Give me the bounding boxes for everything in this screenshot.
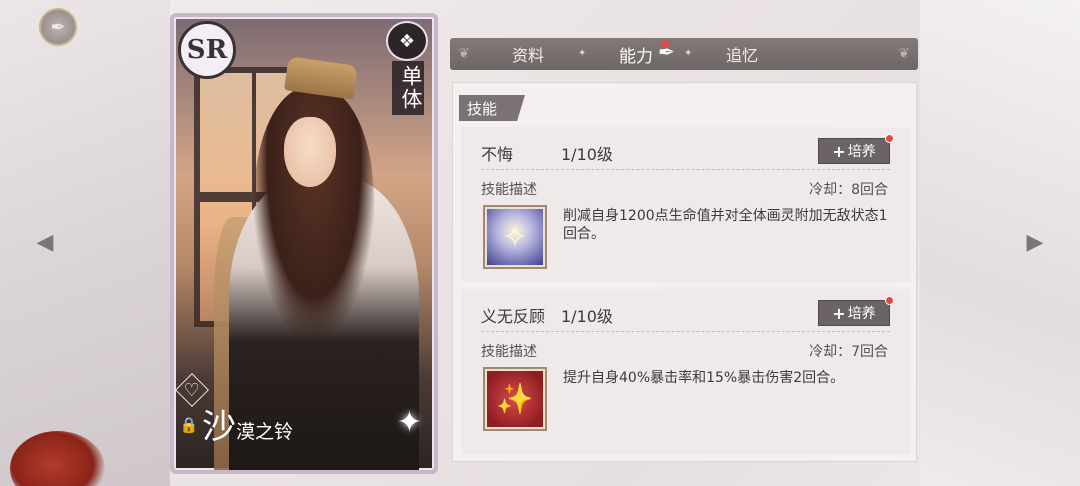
section-title-label: 技能 <box>467 99 498 118</box>
skill-icon-frame[interactable]: ✧ <box>483 205 547 269</box>
tab-bar-corner-left-icon: ❦ <box>458 46 470 62</box>
target-type-label: 单体 <box>392 61 424 115</box>
tab-separator-icon: ✦ <box>684 48 693 59</box>
tab-ability[interactable]: 能力 <box>616 38 656 70</box>
tab-profile-label: 资料 <box>511 46 544 65</box>
plus-icon: + <box>832 141 846 161</box>
character-name: 沙漠之铃 <box>202 399 293 448</box>
section-title: 技能 <box>459 95 525 121</box>
notification-dot <box>885 134 894 143</box>
tab-separator-icon: ✦ <box>578 48 587 59</box>
skill-icon-frame[interactable]: ✨ <box>483 367 547 431</box>
next-character-button[interactable]: ▶ <box>1018 225 1052 259</box>
skill-desc-label: 技能描述 <box>481 344 537 360</box>
train-button[interactable]: + 培养 <box>818 138 890 164</box>
crit-star-icon: ✨ <box>487 371 543 427</box>
skill-description: 提升自身40%暴击率和15%暴击伤害2回合。 <box>563 370 845 386</box>
back-button[interactable]: ✒ <box>28 4 88 50</box>
character-card: SR ❖ 单体 ♡ 🔒 沙漠之铃 ✦ <box>170 13 438 474</box>
skill-desc-label: 技能描述 <box>481 182 537 198</box>
background-right <box>920 0 1080 486</box>
rarity-label: SR <box>186 35 228 65</box>
skill-name: 不悔 <box>481 145 514 164</box>
prev-character-button[interactable]: ◀ <box>28 225 62 259</box>
tab-bar-corner-right-icon: ❦ <box>898 46 910 62</box>
skills-panel: 技能 不悔 1/10级 + 培养 技能描述 冷却：8回合 ✧ 削减自身1200点… <box>452 82 917 462</box>
feather-back-icon: ✒ <box>39 8 77 46</box>
train-button[interactable]: + 培养 <box>818 300 890 326</box>
skill-card: 义无反顾 1/10级 + 培养 技能描述 冷却：7回合 ✨ 提升自身40%暴击率… <box>461 289 910 454</box>
tab-notification-dot <box>661 40 669 48</box>
lock-icon[interactable]: 🔒 <box>178 414 200 436</box>
skill-level: 1/10级 <box>561 145 613 164</box>
card-art-face <box>284 117 336 187</box>
type-emblem-icon: ❖ <box>386 21 428 61</box>
rarity-badge: SR <box>178 21 236 79</box>
notification-dot <box>885 296 894 305</box>
train-button-label: 培养 <box>847 306 876 322</box>
train-button-label: 培养 <box>847 144 876 160</box>
skill-description: 削减自身1200点生命值并对全体画灵附加无敌状态1回合。 <box>563 208 888 242</box>
tab-ability-label: 能力 <box>619 46 653 67</box>
arrow-left-icon: ◀ <box>36 229 54 255</box>
background-left <box>0 0 170 486</box>
divider <box>481 169 890 170</box>
skill-cooldown: 冷却：7回合 <box>809 344 888 360</box>
character-name-rest: 漠之铃 <box>236 421 294 443</box>
skill-name: 义无反顾 <box>481 307 546 326</box>
tab-memory[interactable]: 追忆 <box>722 38 762 70</box>
arrow-right-icon: ▶ <box>1026 229 1044 255</box>
tab-profile[interactable]: 资料 <box>508 38 548 70</box>
skill-level: 1/10级 <box>561 307 613 326</box>
tab-bar: ❦ 资料 ✦ 能力 ✒ ✦ 追忆 ❦ <box>450 38 918 70</box>
plus-icon: + <box>832 303 846 323</box>
skill-card: 不悔 1/10级 + 培养 技能描述 冷却：8回合 ✧ 削减自身1200点生命值… <box>461 127 910 282</box>
tab-memory-label: 追忆 <box>725 46 758 65</box>
divider <box>481 331 890 332</box>
skill-cooldown: 冷却：8回合 <box>809 182 888 198</box>
sparkle-icon: ✦ <box>396 405 422 440</box>
angel-icon: ✧ <box>487 209 543 265</box>
character-name-first: 沙 <box>202 407 236 447</box>
